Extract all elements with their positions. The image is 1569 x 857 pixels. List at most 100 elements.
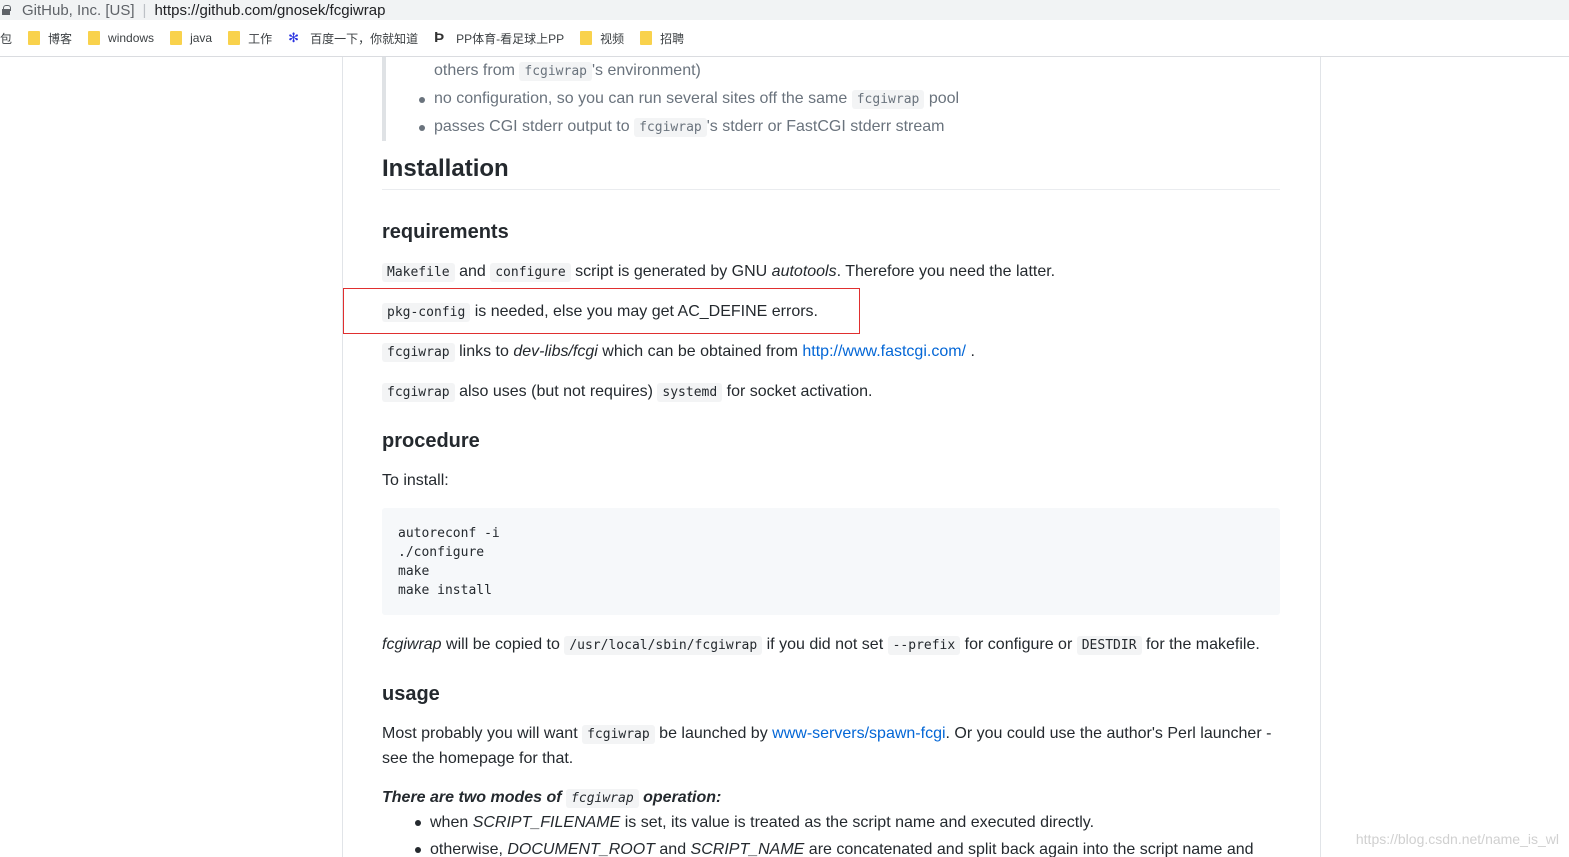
text: no configuration, so you can run several… xyxy=(434,90,848,107)
text: is set, its value is treated as the scri… xyxy=(624,814,1095,831)
emphasis: dev-libs/fcgi xyxy=(513,343,598,360)
emphasis: SCRIPT_NAME xyxy=(690,841,805,857)
pp-icon: Þ xyxy=(434,29,445,46)
folder-icon xyxy=(640,31,653,45)
install-code-block[interactable]: autoreconf -i ./configure make make inst… xyxy=(382,508,1280,615)
emphasis: SCRIPT_FILENAME xyxy=(472,814,621,831)
inline-code: --prefix xyxy=(887,636,961,655)
inline-code: fcgiwrap xyxy=(382,383,455,402)
bookmark-label: 博客 xyxy=(48,31,73,46)
list-item: otherwise, DOCUMENT_ROOT and SCRIPT_NAME… xyxy=(415,836,1290,857)
code-line: autoreconf -i xyxy=(398,526,500,541)
procedure-heading: procedure xyxy=(382,430,480,452)
bookmark-blog[interactable]: 博客 xyxy=(28,30,72,47)
text: are concatenated and split back again in… xyxy=(808,841,1254,857)
text: others from xyxy=(434,62,515,79)
bookmark-label: java xyxy=(190,31,213,45)
text: for configure or xyxy=(964,636,1073,653)
paragraph: pkg-config is needed, else you may get A… xyxy=(382,300,1280,325)
emphasis: autotools xyxy=(771,263,837,280)
text: also uses (but not requires) xyxy=(459,383,653,400)
url-text[interactable]: https://github.com/gnosek/fcgiwrap xyxy=(154,2,385,19)
text: 's environment) xyxy=(592,62,701,79)
modes-list: when SCRIPT_FILENAME is set, its value i… xyxy=(415,809,1290,857)
bookmark-java[interactable]: java xyxy=(170,31,212,45)
text: for the makefile. xyxy=(1145,636,1260,653)
address-separator: | xyxy=(142,1,147,19)
paragraph: There are two modes of fcgiwrap operatio… xyxy=(382,786,1280,811)
inline-code: fcgiwrap xyxy=(519,62,592,81)
folder-icon xyxy=(28,31,41,45)
text: There are two modes of xyxy=(382,789,562,806)
text: for socket activation. xyxy=(726,383,873,400)
paragraph: Makefile and configure script is generat… xyxy=(382,260,1280,285)
folder-icon xyxy=(88,31,101,45)
text: otherwise, xyxy=(430,841,503,857)
emphasis: fcgiwrap xyxy=(382,636,442,653)
text: and xyxy=(459,263,486,280)
text: Most probably you will want xyxy=(382,725,578,742)
requirements-heading: requirements xyxy=(382,221,509,243)
bookmark-label: 工作 xyxy=(248,31,273,46)
paragraph: fcgiwrap links to dev-libs/fcgi which ca… xyxy=(382,340,1280,365)
text: when xyxy=(430,814,469,831)
fastcgi-link[interactable]: http://www.fastcgi.com/ xyxy=(802,343,966,360)
paragraph: To install: xyxy=(382,472,449,489)
text: and xyxy=(659,841,687,857)
text: . xyxy=(970,343,975,360)
bookmark-label: 招聘 xyxy=(660,31,685,46)
code-line: make install xyxy=(398,583,492,598)
installation-heading: Installation xyxy=(382,157,1280,190)
list-item: passes CGI stderr output to fcgiwrap's s… xyxy=(419,113,1280,141)
list-item: others from fcgiwrap's environment) xyxy=(434,57,1280,85)
bookmark-label: PP体育-看足球上PP xyxy=(456,31,565,46)
inline-code: DESTDIR xyxy=(1076,636,1142,655)
inline-code: fcgiwrap xyxy=(566,789,639,808)
text: is needed, else you may get AC_DEFINE er… xyxy=(474,303,818,320)
bookmark-pptv[interactable]: Þ PP体育-看足球上PP xyxy=(434,30,564,47)
baidu-icon: ✻ xyxy=(288,30,299,45)
folder-icon xyxy=(580,31,593,45)
folder-icon xyxy=(170,31,183,45)
list-item: no configuration, so you can run several… xyxy=(419,85,1280,113)
inline-code: pkg-config xyxy=(382,303,471,322)
column-divider xyxy=(1320,57,1321,857)
list-item: when SCRIPT_FILENAME is set, its value i… xyxy=(415,809,1290,836)
spawn-fcgi-link[interactable]: www-servers/spawn-fcgi xyxy=(772,725,945,742)
bookmark-video[interactable]: 视频 xyxy=(580,30,624,47)
bookmark-label: windows xyxy=(108,31,155,45)
bookmarks-bar: 包 博客 windows java 工作 ✻ 百度一下，你就知道 Þ PP体育-看足… xyxy=(0,20,1569,57)
text: be launched by xyxy=(659,725,768,742)
text: see the homepage for that. xyxy=(382,750,574,767)
text: links to xyxy=(459,343,509,360)
page-viewport[interactable]: others from fcgiwrap's environment) no c… xyxy=(0,57,1569,857)
bookmark-windows[interactable]: windows xyxy=(88,31,154,45)
text: passes CGI stderr output to xyxy=(434,118,630,135)
text: . Or you could use the author's Perl lau… xyxy=(945,725,1272,742)
text: will be copied to xyxy=(446,636,560,653)
bookmark-work[interactable]: 工作 xyxy=(228,30,272,47)
paragraph: fcgiwrap also uses (but not requires) sy… xyxy=(382,380,1280,405)
inline-code: systemd xyxy=(657,383,723,402)
text: . Therefore you need the latter. xyxy=(836,263,1056,280)
code-line: make xyxy=(398,564,430,579)
inline-code: fcgiwrap xyxy=(582,725,655,744)
text: script is generated by GNU xyxy=(575,263,768,280)
inline-code: configure xyxy=(490,263,571,282)
inline-code: /usr/local/sbin/fcgiwrap xyxy=(564,636,763,655)
lock-icon[interactable] xyxy=(2,5,11,15)
bookmark-label: 百度一下，你就知道 xyxy=(310,31,419,46)
address-bar[interactable]: GitHub, Inc. [US] | https://github.com/g… xyxy=(0,0,1569,20)
bookmark-jobs[interactable]: 招聘 xyxy=(640,30,684,47)
inline-code: fcgiwrap xyxy=(634,118,707,137)
text: operation: xyxy=(643,789,722,806)
bookmark-baidu[interactable]: ✻ 百度一下，你就知道 xyxy=(288,30,418,47)
text: if you did not set xyxy=(766,636,884,653)
inline-code: Makefile xyxy=(382,263,455,282)
column-divider xyxy=(342,57,343,857)
text: which can be obtained from xyxy=(602,343,798,360)
code-line: ./configure xyxy=(398,545,485,560)
watermark: https://blog.csdn.net/name_is_wl xyxy=(1355,831,1559,847)
bookmark-cut-label[interactable]: 包 xyxy=(0,30,12,47)
feature-blockquote: others from fcgiwrap's environment) no c… xyxy=(382,57,1280,141)
